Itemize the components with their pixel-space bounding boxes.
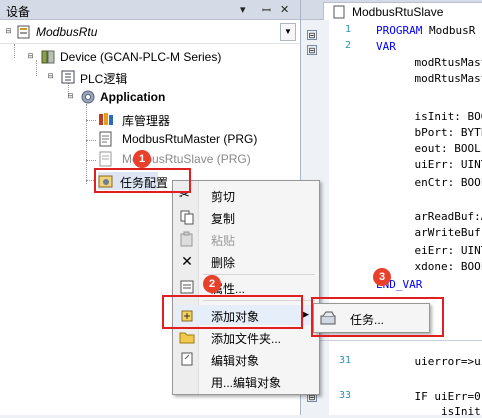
pou-icon (333, 5, 345, 19)
fold-icon[interactable]: ⊟ (307, 45, 317, 55)
copy-icon (180, 210, 194, 225)
code-line[interactable]: modRtusMaste (388, 56, 482, 69)
code-line[interactable]: uiErr: UINT (388, 158, 482, 171)
plc-logic-icon (61, 70, 75, 84)
tree-label-pou-master: ModbusRtuMaster (PRG) (122, 132, 258, 146)
menu-label: 添加文件夹... (211, 332, 282, 346)
folder-icon (179, 332, 195, 344)
panel-dropdown-icon[interactable]: ▾ (240, 3, 246, 16)
paste-icon (180, 231, 193, 247)
tree-label-device: Device (GCAN-PLC-M Series) (60, 50, 222, 64)
pou-icon (99, 151, 112, 167)
collapse-icon[interactable]: ⊟ (66, 92, 75, 101)
close-icon[interactable]: ✕ (280, 3, 289, 16)
application-gear-icon (81, 90, 95, 104)
menu-label: 编辑对象 (211, 354, 260, 368)
pou-icon (99, 131, 112, 147)
code-line[interactable]: uierror=>ui (388, 355, 482, 368)
code-line[interactable]: eout: BOOL; (388, 142, 482, 155)
step-badge-3: 3 (373, 268, 391, 286)
library-icon (99, 113, 113, 125)
code-line[interactable]: isInit:= (388, 405, 482, 418)
line-number: 1 (344, 24, 351, 35)
menu-item-edit-object[interactable]: 编辑对象 (175, 349, 317, 369)
code-keyword: VAR (376, 40, 396, 53)
code-editor: ModbusRtuSlave ⊟ ⊟ ⊟ 1 2 31 33 PROGRAM M… (300, 0, 482, 418)
step-badge-1: 1 (133, 150, 151, 168)
collapse-icon[interactable]: ⊟ (26, 52, 35, 61)
code-line[interactable]: modRtusMaste (388, 72, 482, 85)
menu-item-edit-object-with[interactable]: 用...编辑对象 (175, 371, 317, 391)
code-line[interactable]: PROGRAM ModbusR (376, 24, 475, 37)
tab-label: ModbusRtuSlave (352, 5, 444, 19)
properties-icon (180, 280, 194, 294)
editor-split-divider[interactable] (301, 340, 482, 341)
code-line[interactable]: xdone: BOOL (388, 260, 482, 273)
editor-tab-bar: ModbusRtuSlave (301, 0, 482, 20)
step-badge-2: 2 (203, 275, 221, 293)
line-number: 31 (338, 355, 351, 366)
menu-item-properties[interactable]: 属性... (175, 277, 317, 297)
tree-label-plc-logic: PLC逻辑 (80, 72, 128, 86)
tab-modbus-rtu-slave[interactable]: ModbusRtuSlave (323, 2, 482, 20)
menu-label: 粘贴 (211, 234, 236, 248)
menu-label: 用...编辑对象 (211, 376, 282, 390)
menu-item-cut[interactable]: ✂ 剪切 (175, 185, 317, 205)
menu-label: 复制 (211, 212, 236, 226)
code-line[interactable]: bPort: BYTE (388, 126, 482, 139)
submenu-arrow-icon: ▶ (302, 309, 309, 319)
edit-object-icon (181, 352, 193, 366)
code-line[interactable]: arWriteBuf:A (388, 226, 482, 239)
delete-x-icon: ✕ (181, 253, 193, 269)
menu-label: 删除 (211, 256, 236, 270)
menu-item-copy[interactable]: 复制 (175, 207, 317, 227)
context-menu: ✂ 剪切 复制 粘贴 ✕ 删除 属性... 添加对象 ▶ 添加文件夹... 编辑… (172, 180, 320, 395)
code-line[interactable]: isInit: BOO (388, 110, 482, 123)
collapse-icon[interactable]: ⊟ (4, 27, 13, 36)
code-text: ModbusR (422, 24, 476, 37)
code-keyword: PROGRAM (376, 24, 423, 37)
fold-icon[interactable]: ⊟ (307, 30, 317, 40)
menu-item-delete[interactable]: ✕ 删除 (175, 251, 317, 271)
highlight-box-task-item (311, 297, 444, 337)
panel-title: 设备 (6, 5, 31, 19)
code-line[interactable]: arReadBuf:A (388, 210, 482, 223)
collapse-icon[interactable]: ⊟ (46, 72, 55, 81)
code-line[interactable]: eiErr: UINT (388, 244, 482, 257)
line-number: 33 (338, 390, 351, 401)
menu-item-add-folder[interactable]: 添加文件夹... (175, 327, 317, 347)
tree-root-bar: ⊟ ModbusRtu ▼ (0, 20, 300, 44)
code-line[interactable]: enCtr: BOOL (388, 176, 482, 189)
menu-item-paste[interactable]: 粘贴 (175, 229, 317, 249)
tree-label-application: Application (100, 90, 166, 104)
menu-label: 剪切 (211, 190, 236, 204)
device-icon (41, 50, 55, 64)
code-line[interactable]: VAR (376, 40, 396, 53)
highlight-box-task-config (94, 168, 191, 193)
tree-label-root: ModbusRtu (36, 25, 98, 39)
highlight-box-add-object (162, 295, 303, 329)
line-number: 2 (344, 40, 351, 51)
code-line[interactable]: IF uiErr=0 T (388, 390, 482, 403)
panel-title-bar: 设备 ▾ ꟷ ✕ (0, 0, 300, 20)
project-icon (17, 25, 30, 39)
tree-dropdown-button[interactable]: ▼ (280, 23, 296, 41)
pin-icon[interactable]: ꟷ (262, 3, 271, 18)
tree-label-library-manager: 库管理器 (122, 114, 171, 128)
